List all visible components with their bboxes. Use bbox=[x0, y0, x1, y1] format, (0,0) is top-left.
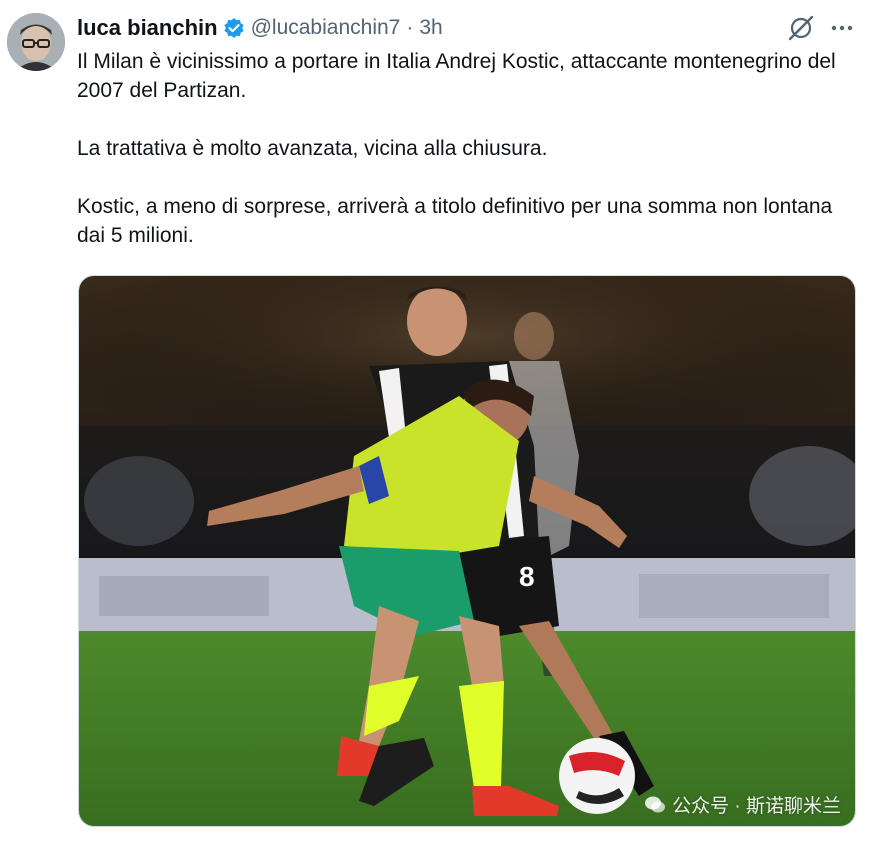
timestamp[interactable]: 3h bbox=[419, 16, 442, 40]
avatar[interactable] bbox=[7, 13, 65, 71]
tweet-text: Il Milan è vicinissimo a portare in Ital… bbox=[77, 47, 857, 250]
grok-icon[interactable] bbox=[787, 14, 815, 42]
tweet-paragraph-2: La trattativa è molto avanzata, vicina a… bbox=[77, 137, 548, 160]
more-options-icon[interactable] bbox=[829, 15, 855, 41]
verified-badge-icon[interactable] bbox=[223, 17, 245, 39]
watermark-text: 公众号 · 斯诺聊米兰 bbox=[672, 796, 841, 817]
tweet-paragraph-1: Il Milan è vicinissimo a portare in Ital… bbox=[77, 50, 836, 102]
tweet-header: luca bianchin @lucabianchin7 · 3h bbox=[77, 14, 443, 42]
wechat-icon bbox=[644, 794, 666, 816]
tweet-paragraph-3: Kostic, a meno di sorprese, arriverà a t… bbox=[77, 195, 833, 247]
user-handle[interactable]: @lucabianchin7 bbox=[251, 16, 401, 40]
display-name[interactable]: luca bianchin bbox=[77, 15, 218, 41]
separator-dot: · bbox=[406, 16, 414, 39]
watermark: 公众号 · 斯诺聊米兰 bbox=[644, 791, 841, 818]
tweet-media-photo[interactable]: 8 公众号 · 斯诺聊米兰 bbox=[78, 275, 856, 827]
player-number: 8 bbox=[519, 561, 535, 592]
